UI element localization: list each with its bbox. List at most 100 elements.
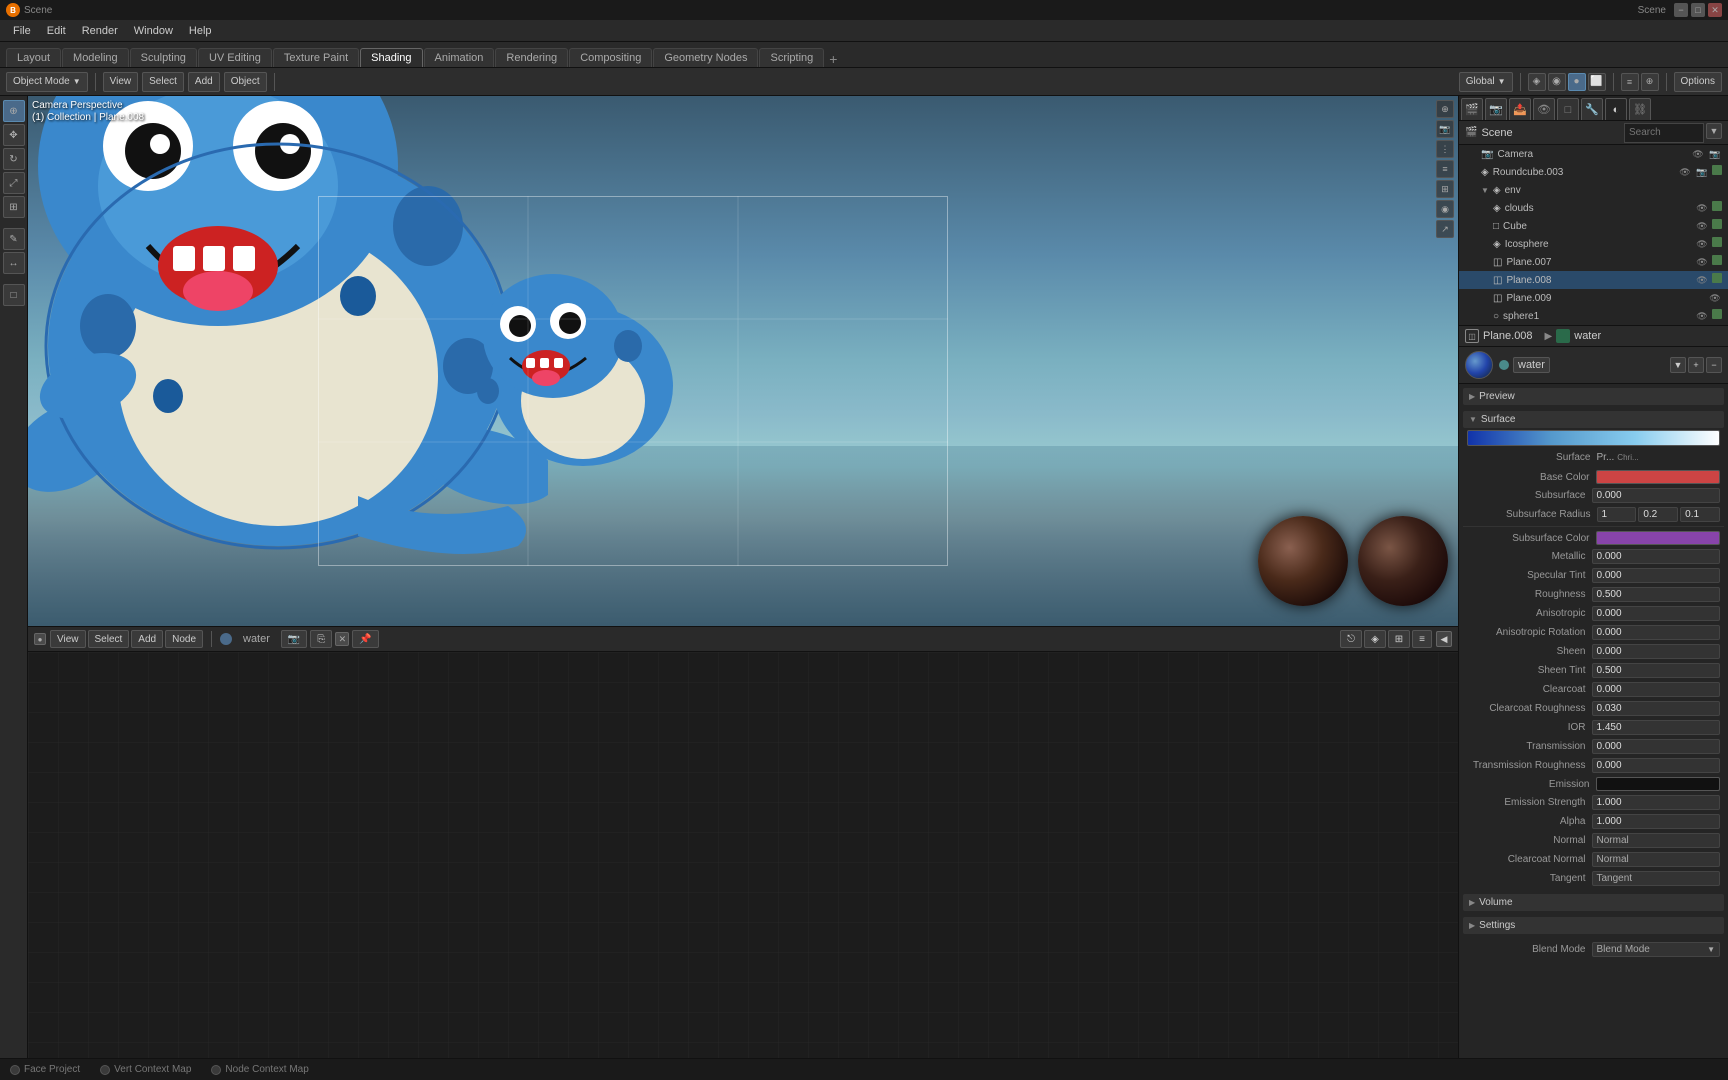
shader-pin-btn[interactable]: 📌 (352, 630, 378, 648)
shader-node-btn[interactable]: Node (165, 630, 203, 648)
roundcube-render-icon[interactable]: 📷 (1695, 165, 1709, 179)
shader-mode-icon[interactable]: ● (34, 633, 46, 645)
sub-rad-g[interactable]: 0.2 (1638, 507, 1678, 522)
node-canvas[interactable]: ● Principled BSDF BSDF Alpha GGX Christe… (28, 652, 1458, 1058)
viewport-btn-overlay[interactable]: ≡ (1436, 160, 1454, 178)
plane008-vis-eye[interactable]: 👁 (1695, 273, 1709, 287)
camera-vis-eye[interactable]: 👁 (1691, 147, 1705, 161)
base-color-field[interactable] (1596, 470, 1721, 484)
subsurface-color-field[interactable] (1596, 531, 1721, 545)
tab-scripting[interactable]: Scripting (759, 48, 824, 67)
shader-cam-btn[interactable]: 📷 (281, 630, 307, 648)
preview-header[interactable]: ▶ Preview (1463, 388, 1724, 405)
anisotropic-value[interactable]: 0.000 (1592, 606, 1721, 621)
material-name-field[interactable]: water (1513, 357, 1550, 373)
panel-tab-output[interactable]: 📤 (1509, 98, 1531, 120)
panel-tab-scene[interactable]: 🎬 (1461, 98, 1483, 120)
outliner-item-plane009[interactable]: ◫ Plane.009 👁 (1459, 289, 1728, 307)
outliner-item-cube[interactable]: □ Cube 👁 (1459, 217, 1728, 235)
outliner-search[interactable] (1624, 123, 1704, 143)
add-cube-tool[interactable]: □ (3, 284, 25, 306)
object-mode-dropdown[interactable]: Object Mode ▼ (6, 72, 88, 92)
emission-strength-value[interactable]: 1.000 (1592, 795, 1721, 810)
gizmo-btn[interactable]: ⊕ (1641, 73, 1659, 91)
shader-right-btn-4[interactable]: ≡ (1412, 630, 1432, 648)
roughness-value[interactable]: 0.500 (1592, 587, 1721, 602)
panel-tab-modifier[interactable]: 🔧 (1581, 98, 1603, 120)
viewport-3d[interactable]: Camera Perspective (1) Collection | Plan… (28, 96, 1458, 626)
annotate-tool[interactable]: ✎ (3, 228, 25, 250)
tab-uv-editing[interactable]: UV Editing (198, 48, 272, 67)
icosphere-vis-eye[interactable]: 👁 (1695, 237, 1709, 251)
menu-edit[interactable]: Edit (40, 23, 73, 39)
outliner-item-plane007[interactable]: ◫ Plane.007 👁 (1459, 253, 1728, 271)
transmission-value[interactable]: 0.000 (1592, 739, 1721, 754)
scale-tool[interactable]: ⤢ (3, 172, 25, 194)
roundcube-vis-eye[interactable]: 👁 (1678, 165, 1692, 179)
rotate-tool[interactable]: ↻ (3, 148, 25, 170)
normal-value[interactable]: Normal (1592, 833, 1721, 848)
specular-tint-value[interactable]: 0.000 (1592, 568, 1721, 583)
mat-browse-btn[interactable]: ▼ (1670, 357, 1686, 373)
shader-close-btn[interactable]: ✕ (335, 632, 349, 646)
clouds-vis-eye[interactable]: 👁 (1695, 201, 1709, 215)
panel-tab-constraints[interactable]: ⛓ (1629, 98, 1651, 120)
shader-add-btn[interactable]: Add (131, 630, 163, 648)
viewport-shading-btn-3[interactable]: ● (1568, 73, 1586, 91)
viewport-shading-btn-2[interactable]: ◉ (1548, 73, 1566, 91)
shader-right-btn-2[interactable]: ◈ (1364, 630, 1386, 648)
mat-remove-btn[interactable]: − (1706, 357, 1722, 373)
plane007-vis-eye[interactable]: 👁 (1695, 255, 1709, 269)
viewport-btn-shading[interactable]: ◉ (1436, 200, 1454, 218)
blend-mode-dropdown[interactable]: Blend Mode ▼ (1592, 942, 1721, 957)
menu-file[interactable]: File (6, 23, 38, 39)
cube-vis-eye[interactable]: 👁 (1695, 219, 1709, 233)
close-btn[interactable]: ✕ (1708, 3, 1722, 17)
shader-right-btn-3[interactable]: ⊞ (1388, 630, 1410, 648)
outliner-item-env[interactable]: ▼ ◈ env (1459, 181, 1728, 199)
outliner-item-plane008[interactable]: ◫ Plane.008 👁 (1459, 271, 1728, 289)
viewport-btn-cam[interactable]: 📷 (1436, 120, 1454, 138)
clearcoat-rough-value[interactable]: 0.030 (1592, 701, 1721, 716)
move-tool[interactable]: ✥ (3, 124, 25, 146)
shader-select-btn[interactable]: Select (88, 630, 130, 648)
menu-window[interactable]: Window (127, 23, 180, 39)
volume-header[interactable]: ▶ Volume (1463, 894, 1724, 911)
tab-shading[interactable]: Shading (360, 48, 422, 67)
tab-texture-paint[interactable]: Texture Paint (273, 48, 359, 67)
measure-tool[interactable]: ↔ (3, 252, 25, 274)
outliner-item-clouds[interactable]: ◈ clouds 👁 (1459, 199, 1728, 217)
view-menu[interactable]: View (103, 72, 139, 92)
maximize-btn[interactable]: □ (1691, 3, 1705, 17)
minimize-btn[interactable]: − (1674, 3, 1688, 17)
panel-tab-object[interactable]: □ (1557, 98, 1579, 120)
outliner-item-camera[interactable]: 📷 Camera 👁 📷 (1459, 145, 1728, 163)
sheen-tint-value[interactable]: 0.500 (1592, 663, 1721, 678)
alpha-value[interactable]: 1.000 (1592, 814, 1721, 829)
object-menu[interactable]: Object (224, 72, 267, 92)
sheen-value[interactable]: 0.000 (1592, 644, 1721, 659)
cursor-tool[interactable]: ⊕ (3, 100, 25, 122)
tangent-value[interactable]: Tangent (1592, 871, 1721, 886)
trans-rough-value[interactable]: 0.000 (1592, 758, 1721, 773)
shader-right-btn-1[interactable]: ⎋ (1340, 630, 1362, 648)
viewport-btn-lock[interactable]: ⊕ (1436, 100, 1454, 118)
clearcoat-value[interactable]: 0.000 (1592, 682, 1721, 697)
viewport-shading-btn-4[interactable]: ⬜ (1588, 73, 1606, 91)
panel-tab-view[interactable]: 👁 (1533, 98, 1555, 120)
tab-rendering[interactable]: Rendering (495, 48, 568, 67)
tab-modeling[interactable]: Modeling (62, 48, 129, 67)
tab-animation[interactable]: Animation (424, 48, 495, 67)
ior-value[interactable]: 1.450 (1592, 720, 1721, 735)
sub-rad-b[interactable]: 0.1 (1680, 507, 1720, 522)
outliner-item-icosphere[interactable]: ◈ Icosphere 👁 (1459, 235, 1728, 253)
aniso-rot-value[interactable]: 0.000 (1592, 625, 1721, 640)
metallic-value[interactable]: 0.000 (1592, 549, 1721, 564)
overlay-btn[interactable]: ≡ (1621, 73, 1639, 91)
add-workspace-btn[interactable]: + (829, 51, 837, 67)
surface-header[interactable]: ▼ Surface (1463, 411, 1724, 428)
shader-collapse-btn[interactable]: ◀ (1436, 631, 1452, 647)
viewport-shading-btn-1[interactable]: ◈ (1528, 73, 1546, 91)
viewport-btn-expand[interactable]: ↗ (1436, 220, 1454, 238)
tab-sculpting[interactable]: Sculpting (130, 48, 197, 67)
